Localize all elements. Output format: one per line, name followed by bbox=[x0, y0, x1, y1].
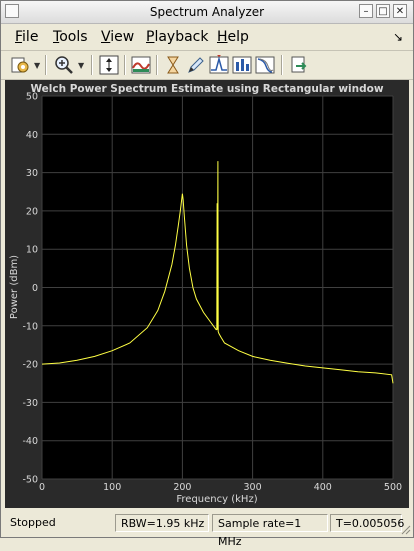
zoom-in-icon[interactable] bbox=[53, 54, 75, 76]
settings-icon[interactable] bbox=[9, 54, 31, 76]
x-tick-label: 200 bbox=[173, 482, 191, 493]
close-button[interactable]: ✕ bbox=[393, 4, 407, 18]
y-tick-label: 0 bbox=[32, 283, 38, 294]
y-tick-label: -10 bbox=[22, 321, 38, 332]
x-tick-label: 300 bbox=[244, 482, 262, 493]
channel-measurements-icon[interactable] bbox=[231, 54, 253, 76]
minimize-button[interactable]: – bbox=[359, 4, 373, 18]
status-state: Stopped bbox=[10, 516, 56, 529]
x-tick-label: 400 bbox=[314, 482, 332, 493]
zoom-dropdown-icon[interactable]: ▼ bbox=[78, 61, 84, 70]
x-tick-label: 100 bbox=[103, 482, 121, 493]
y-tick-label: -40 bbox=[22, 436, 38, 447]
spectrum-icon[interactable] bbox=[130, 54, 152, 76]
plot-panel: Welch Power Spectrum Estimate using Rect… bbox=[5, 80, 409, 508]
y-tick-label: 40 bbox=[26, 130, 38, 141]
y-tick-label: -30 bbox=[22, 398, 38, 409]
window-title: Spectrum Analyzer bbox=[149, 5, 265, 19]
y-tick-label: 30 bbox=[26, 168, 38, 179]
distortion-icon[interactable] bbox=[254, 54, 276, 76]
export-icon[interactable] bbox=[288, 54, 310, 76]
y-tick-label: 20 bbox=[26, 206, 38, 217]
cursor-hourglass-icon[interactable] bbox=[162, 54, 184, 76]
x-tick-label: 0 bbox=[39, 482, 45, 493]
maximize-button[interactable]: □ bbox=[376, 4, 390, 18]
menu-tools[interactable]: Tools bbox=[53, 29, 88, 45]
x-axis-label: Frequency (kHz) bbox=[176, 494, 257, 505]
status-bar: Stopped RBW=1.95 kHz Sample rate=1 MHz T… bbox=[1, 511, 413, 548]
title-bar[interactable]: Spectrum Analyzer – □ ✕ bbox=[1, 1, 413, 24]
spectrum-analyzer-window: Spectrum Analyzer – □ ✕ File Tools View … bbox=[0, 0, 414, 548]
spectrum-plot[interactable]: Welch Power Spectrum Estimate using Rect… bbox=[5, 80, 409, 508]
pencil-icon[interactable] bbox=[185, 54, 207, 76]
status-sample-rate: Sample rate=1 MHz bbox=[212, 514, 328, 548]
menu-file[interactable]: File bbox=[15, 29, 38, 45]
y-tick-label: 10 bbox=[26, 245, 38, 256]
settings-dropdown-icon[interactable]: ▼ bbox=[34, 61, 40, 70]
y-tick-label: -50 bbox=[22, 475, 38, 486]
chart-title: Welch Power Spectrum Estimate using Rect… bbox=[30, 83, 383, 95]
y-tick-label: -20 bbox=[22, 360, 38, 371]
menu-playback[interactable]: Playback bbox=[146, 29, 208, 45]
menu-help[interactable]: Help bbox=[217, 29, 249, 45]
status-rbw: RBW=1.95 kHz bbox=[115, 514, 209, 532]
resize-grip-icon[interactable] bbox=[399, 523, 411, 535]
y-axis-label: Power (dBm) bbox=[9, 255, 20, 319]
y-tick-label: 50 bbox=[26, 92, 38, 103]
toolbar: ▼ ▼ bbox=[1, 51, 413, 80]
scale-axes-icon[interactable] bbox=[98, 54, 120, 76]
status-time: T=0.005056 bbox=[330, 514, 404, 532]
peak-finder-icon[interactable] bbox=[208, 54, 230, 76]
menu-bar: File Tools View Playback Help ↘ bbox=[1, 24, 413, 51]
menu-view[interactable]: View bbox=[101, 29, 134, 45]
menu-undock-arrow-icon[interactable]: ↘ bbox=[393, 30, 403, 44]
x-tick-label: 500 bbox=[384, 482, 402, 493]
